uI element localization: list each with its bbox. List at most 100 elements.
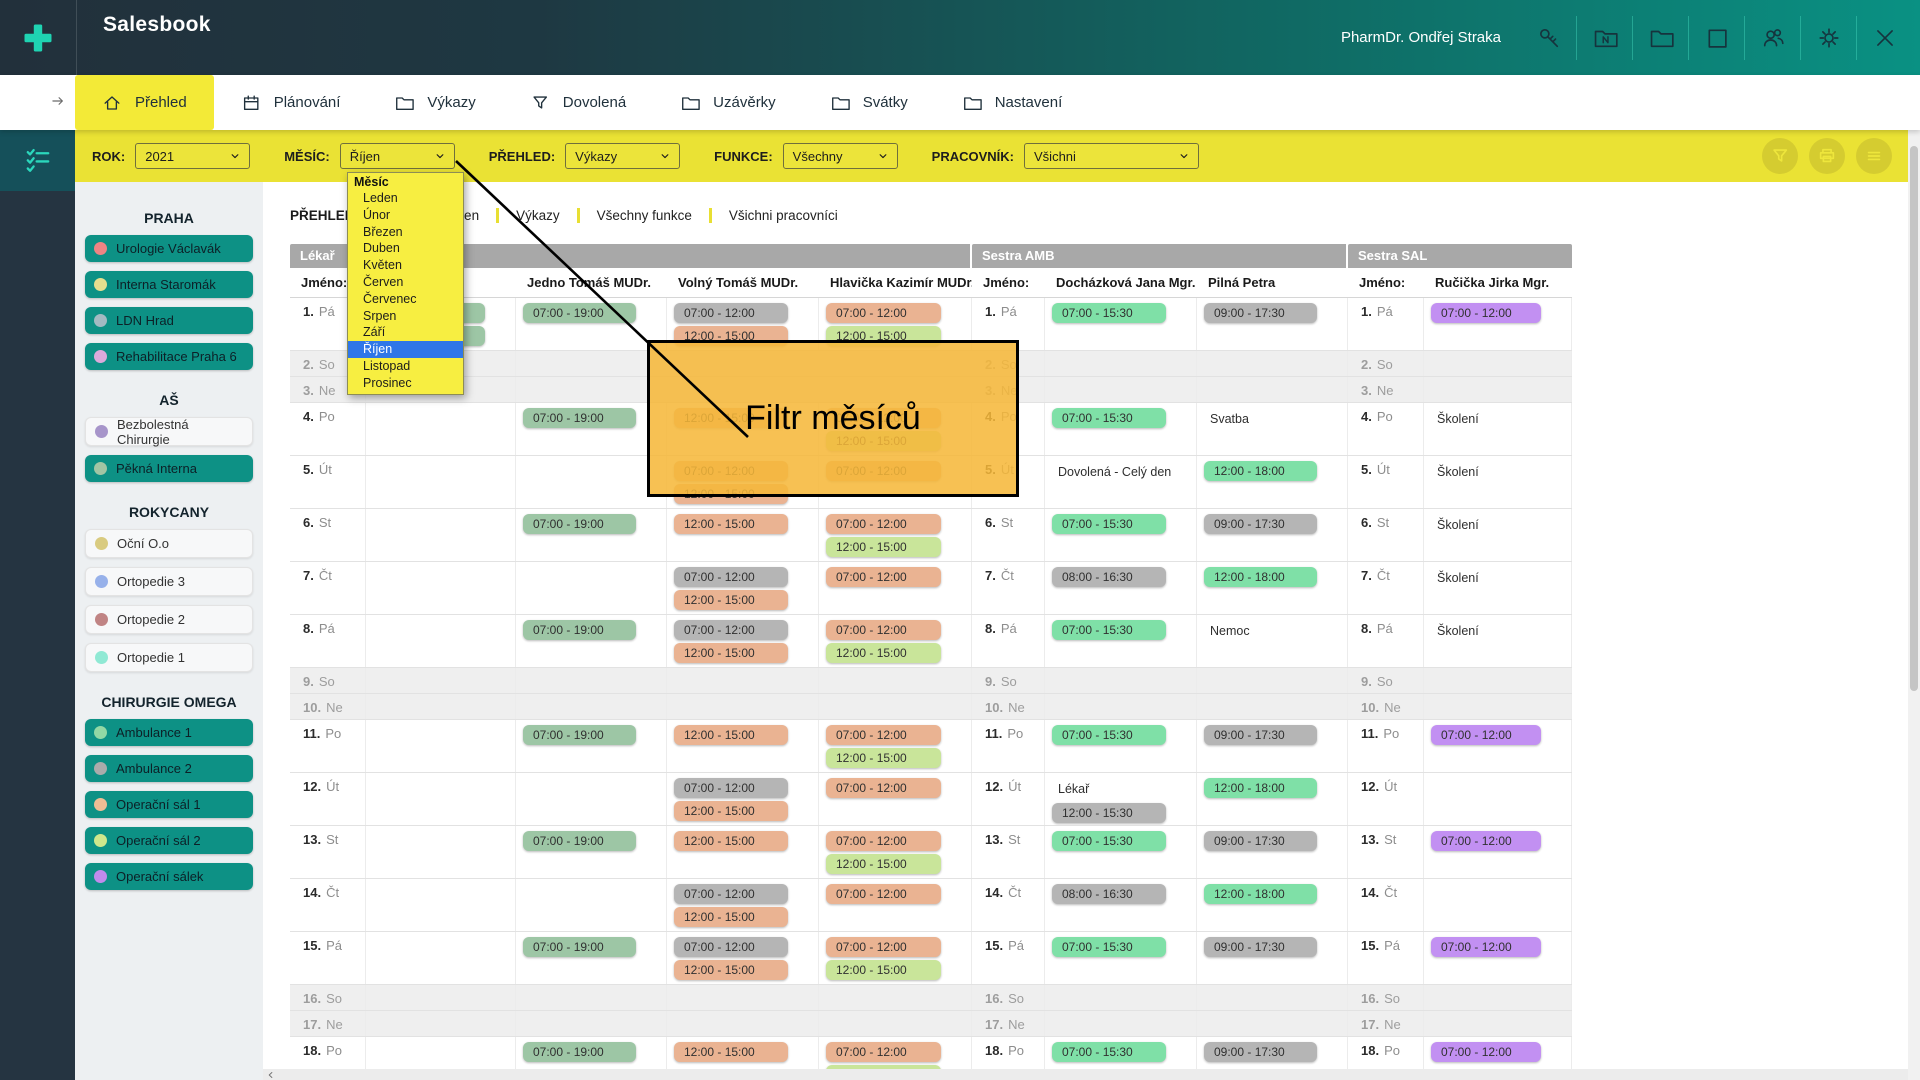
shift-pill[interactable]: 07:00 - 15:30 [1052,514,1166,534]
shift-pill[interactable]: 12:00 - 15:00 [826,643,941,663]
schedule-cell[interactable] [1197,377,1348,402]
sidebar-item-ortopedie-1[interactable]: Ortopedie 1 [85,643,253,672]
schedule-cell[interactable] [1424,879,1572,931]
schedule-cell[interactable] [1045,377,1197,402]
print-button[interactable] [1809,138,1845,174]
schedule-cell[interactable]: 07:00 - 12:0012:00 - 15:00 [667,773,819,825]
schedule-cell[interactable]: 07:00 - 19:00 [516,826,667,878]
schedule-cell[interactable]: 07:00 - 19:00 [516,1037,667,1069]
schedule-cell[interactable]: 07:00 - 15:30 [1045,932,1197,984]
shift-pill[interactable]: 09:00 - 17:30 [1204,725,1317,745]
shift-pill[interactable]: 07:00 - 15:30 [1052,408,1166,428]
filter-button[interactable] [1762,138,1798,174]
schedule-cell[interactable]: Školení [1424,456,1572,508]
schedule-cell[interactable]: 09:00 - 17:30 [1197,1037,1348,1069]
schedule-cell[interactable]: Svatba [1197,403,1348,455]
shift-pill[interactable]: 12:00 - 18:00 [1204,567,1317,587]
tab-výkazy[interactable]: Výkazy [367,75,502,130]
shift-pill[interactable]: 07:00 - 15:30 [1052,725,1166,745]
schedule-cell[interactable]: 07:00 - 12:00 [1424,1037,1572,1069]
schedule-cell[interactable]: 07:00 - 15:30 [1045,1037,1197,1069]
schedule-cell[interactable] [667,694,819,719]
schedule-cell[interactable]: 12:00 - 15:00 [667,509,819,561]
schedule-cell[interactable]: 12:00 - 18:00 [1197,456,1348,508]
schedule-cell[interactable] [516,668,667,693]
sidebar-item-bezbolestn-chirurgie[interactable]: Bezbolestná Chirurgie [85,417,253,446]
month-option-červenec[interactable]: Červenec [348,291,463,308]
schedule-cell[interactable] [366,879,516,931]
shift-pill[interactable]: 12:00 - 15:00 [674,725,788,745]
users-icon[interactable] [1744,16,1800,60]
schedule-cell[interactable]: 07:00 - 15:30 [1045,826,1197,878]
shift-pill[interactable]: 12:00 - 15:00 [674,590,788,610]
schedule-cell[interactable]: 07:00 - 15:30 [1045,509,1197,561]
vertical-scrollbar-thumb[interactable] [1910,146,1918,691]
schedule-cell[interactable]: 07:00 - 12:0012:00 - 15:00 [667,562,819,614]
month-option-září[interactable]: Září [348,324,463,341]
key-icon[interactable] [1521,16,1576,60]
shift-pill[interactable]: 12:00 - 18:00 [1204,884,1317,904]
expand-arrow-icon[interactable] [50,93,66,109]
sidebar-item-o-n-o-o[interactable]: Oční O.o [85,529,253,558]
schedule-cell[interactable] [1424,985,1572,1010]
schedule-cell[interactable] [366,456,516,508]
schedule-cell[interactable] [1197,985,1348,1010]
sidebar-item-urologie-v-clav-k[interactable]: Urologie Václavák [85,235,253,262]
schedule-cell[interactable] [819,985,972,1010]
schedule-cell[interactable] [667,668,819,693]
schedule-cell[interactable] [516,694,667,719]
shift-pill[interactable]: 07:00 - 12:00 [826,620,941,640]
schedule-cell[interactable]: 07:00 - 12:00 12:00 - 15:00 [819,615,972,667]
schedule-cell[interactable]: 12:00 - 18:00 [1197,773,1348,825]
shift-pill[interactable]: 07:00 - 12:00 [1431,725,1541,745]
shift-pill[interactable]: 07:00 - 19:00 [523,937,636,957]
shift-pill[interactable]: 07:00 - 12:00 [674,884,788,904]
schedule-cell[interactable]: Školení [1424,615,1572,667]
shift-pill[interactable]: 12:00 - 18:00 [1204,778,1317,798]
filter-select-rok[interactable]: 2021 [135,143,250,169]
schedule-cell[interactable]: 09:00 - 17:30 [1197,932,1348,984]
shift-pill[interactable]: 07:00 - 12:00 [826,303,941,323]
schedule-cell[interactable]: 07:00 - 12:00 [1424,826,1572,878]
schedule-cell[interactable]: Dovolená - Celý den [1045,456,1197,508]
schedule-cell[interactable] [1197,668,1348,693]
shift-pill[interactable]: 07:00 - 19:00 [523,831,636,851]
schedule-cell[interactable]: 07:00 - 12:0012:00 - 15:00 [667,932,819,984]
shift-pill[interactable]: 09:00 - 17:30 [1204,1042,1317,1062]
shift-pill[interactable]: 07:00 - 12:00 [826,514,941,534]
schedule-cell[interactable]: 07:00 - 19:00 [516,509,667,561]
schedule-cell[interactable]: 08:00 - 16:30 [1045,562,1197,614]
shift-pill[interactable]: 07:00 - 19:00 [523,408,636,428]
schedule-cell[interactable] [1424,377,1572,402]
sidebar-item-interna-starom-k[interactable]: Interna Staromák [85,271,253,298]
folder-new-icon[interactable] [1576,16,1632,60]
shift-pill[interactable]: 12:00 - 15:30 [1052,803,1166,823]
shift-note[interactable]: Školení [1424,456,1571,479]
shift-pill[interactable]: 07:00 - 19:00 [523,303,636,323]
sidebar-item-opera-n-s-l-1[interactable]: Operační sál 1 [85,791,253,818]
shift-pill[interactable]: 12:00 - 18:00 [1204,461,1317,481]
schedule-cell[interactable] [366,403,516,455]
shift-pill[interactable]: 07:00 - 12:00 [1431,303,1541,323]
shift-note[interactable]: Dovolená - Celý den [1045,456,1196,479]
close-icon[interactable] [1856,16,1912,60]
schedule-cell[interactable] [366,985,516,1010]
schedule-cell[interactable]: 07:00 - 12:00 [819,562,972,614]
schedule-cell[interactable] [516,456,667,508]
shift-note[interactable]: Školení [1424,509,1571,532]
shift-pill[interactable]: 07:00 - 12:00 [826,1042,941,1062]
sidebar-item-opera-n-s-l-2[interactable]: Operační sál 2 [85,827,253,854]
schedule-cell[interactable]: 07:00 - 19:00 [516,403,667,455]
schedule-cell[interactable] [1424,773,1572,825]
schedule-cell[interactable]: 12:00 - 15:00 [667,1037,819,1069]
schedule-cell[interactable]: 09:00 - 17:30 [1197,509,1348,561]
schedule-cell[interactable]: 07:00 - 12:0012:00 - 15:00 [667,615,819,667]
tab-svátky[interactable]: Svátky [803,75,935,130]
shift-pill[interactable]: 07:00 - 12:00 [1431,937,1541,957]
schedule-cell[interactable]: 12:00 - 15:00 [667,826,819,878]
schedule-cell[interactable] [516,985,667,1010]
shift-pill[interactable]: 07:00 - 19:00 [523,620,636,640]
month-option-březen[interactable]: Březen [348,224,463,241]
shift-pill[interactable]: 07:00 - 19:00 [523,1042,636,1062]
schedule-cell[interactable]: Školení [1424,509,1572,561]
